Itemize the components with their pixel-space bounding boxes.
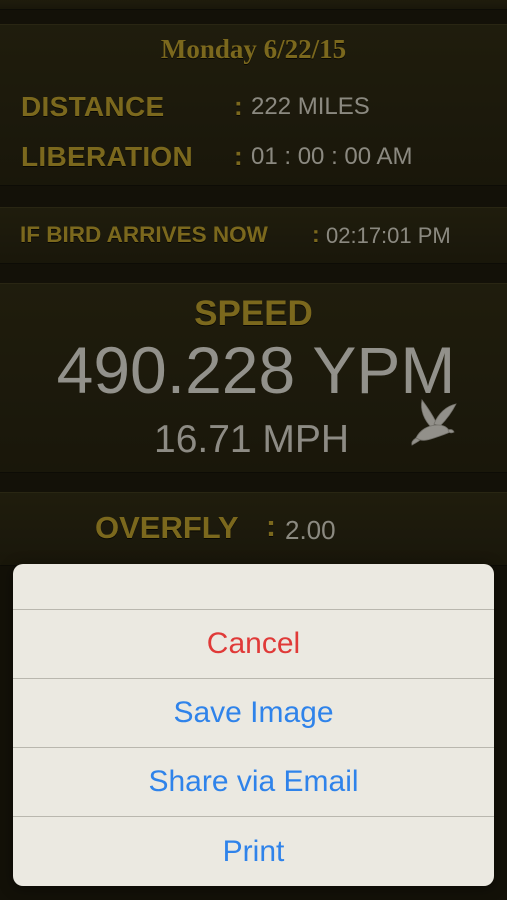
save-image-button[interactable]: Save Image: [13, 679, 494, 748]
print-button[interactable]: Print: [13, 817, 494, 886]
action-sheet: Cancel Save Image Share via Email Print: [13, 564, 494, 886]
share-via-email-button[interactable]: Share via Email: [13, 748, 494, 817]
cancel-button[interactable]: Cancel: [13, 610, 494, 679]
action-sheet-header: [13, 564, 494, 610]
app-screen: { "header": { "date": "Monday 6/22/15" }…: [0, 0, 507, 900]
